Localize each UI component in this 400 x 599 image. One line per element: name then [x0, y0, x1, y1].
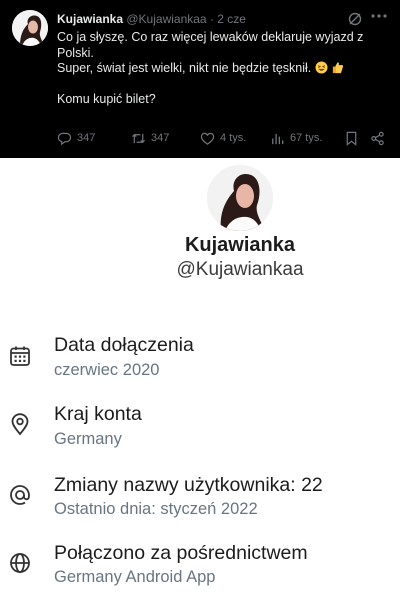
tweet-time[interactable]: · 2 cze: [210, 12, 246, 26]
globe-icon: [8, 551, 32, 575]
at-sign-icon: [8, 483, 32, 507]
calendar-icon: [8, 344, 32, 368]
profile-avatar[interactable]: [207, 165, 273, 231]
views-button[interactable]: 67 tys.: [270, 129, 322, 147]
repost-button[interactable]: 347: [131, 129, 169, 147]
location-pin-icon: [8, 412, 32, 436]
bookmark-icon: [346, 131, 357, 146]
grinning-squinting-face-emoji-icon: [315, 61, 328, 74]
username-changes-value: Ostatnio dnia: styczeń 2022: [54, 500, 258, 518]
tweet-author-avatar[interactable]: [12, 10, 48, 46]
tweet-author-name[interactable]: Kujawianka: [57, 12, 123, 26]
connected-via-value: Germany Android App: [54, 568, 216, 586]
connected-via-title: Połączono za pośrednictwem: [54, 542, 308, 564]
repost-count: 347: [151, 132, 170, 144]
share-button[interactable]: [370, 129, 385, 147]
account-country-title: Kraj konta: [54, 403, 142, 425]
reply-button[interactable]: 347: [57, 129, 95, 147]
tweet-actions: 347 347 4 tys. 67 tys.: [57, 129, 392, 147]
bookmark-button[interactable]: [344, 129, 359, 147]
tweet-text: Co ja słyszę. Co raz więcej lewaków dekl…: [57, 30, 387, 108]
tweet-line: Komu kupić bilet?: [57, 92, 156, 106]
tweet-line: Co ja słyszę. Co raz więcej lewaków dekl…: [57, 30, 364, 60]
repost-icon: [131, 133, 146, 143]
join-date-title: Data dołączenia: [54, 334, 194, 356]
tweet-line: Super, świat jest wielki, nikt nie będzi…: [57, 61, 312, 75]
tweet-author-handle[interactable]: @Kujawiankaa: [126, 12, 206, 26]
profile-handle: @Kujawiankaa: [176, 259, 304, 280]
views-icon: [272, 133, 284, 144]
reply-count: 347: [77, 132, 96, 144]
join-date-value: czerwiec 2020: [54, 361, 160, 379]
reply-icon: [57, 132, 72, 145]
username-changes-title: Zmiany nazwy użytkownika: 22: [54, 474, 323, 496]
profile-name: Kujawianka: [184, 234, 296, 256]
tweet-card[interactable]: Kujawianka @Kujawiankaa · 2 cze Co ja sł…: [0, 0, 400, 158]
thumbs-up-emoji-icon: [331, 61, 344, 74]
like-icon: [200, 132, 215, 145]
like-count: 4 tys.: [220, 132, 247, 144]
more-icon[interactable]: [369, 6, 389, 26]
account-country-value: Germany: [54, 430, 122, 448]
share-icon: [371, 131, 384, 145]
account-info-panel: Kujawianka @Kujawiankaa Data dołączenia …: [0, 158, 400, 599]
like-button[interactable]: 4 tys.: [200, 129, 246, 147]
tweet-header: Kujawianka @Kujawiankaa · 2 cze: [57, 12, 340, 26]
views-count: 67 tys.: [290, 132, 323, 144]
grok-icon[interactable]: [347, 11, 363, 27]
